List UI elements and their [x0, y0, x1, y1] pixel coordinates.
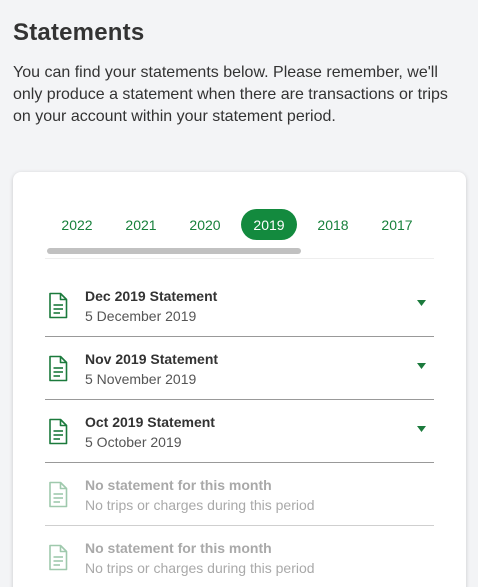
statement-date: No trips or charges during this period: [85, 560, 315, 576]
statement-row-dec-2019[interactable]: Dec 2019 Statement 5 December 2019: [45, 274, 434, 337]
statement-row-empty: No statement for this month No trips or …: [45, 526, 434, 587]
year-tab-2017[interactable]: 2017: [369, 209, 425, 240]
statement-row-nov-2019[interactable]: Nov 2019 Statement 5 November 2019: [45, 337, 434, 400]
year-tab-2020[interactable]: 2020: [177, 209, 233, 240]
document-icon: [49, 481, 68, 508]
statement-title: Dec 2019 Statement: [85, 288, 218, 304]
statement-list: Dec 2019 Statement 5 December 2019 Nov 2…: [45, 274, 434, 587]
document-icon: [49, 292, 68, 319]
statement-date: No trips or charges during this period: [85, 497, 315, 513]
document-icon: [49, 544, 68, 571]
horizontal-scrollbar[interactable]: [45, 247, 434, 255]
page-title: Statements: [13, 19, 145, 46]
statement-title: Nov 2019 Statement: [85, 351, 219, 367]
page-intro: You can find your statements below. Plea…: [13, 64, 448, 125]
statement-title: No statement for this month: [85, 540, 272, 556]
year-tab-2022[interactable]: 2022: [49, 209, 105, 240]
statement-date: 5 November 2019: [85, 371, 197, 387]
caret-down-icon[interactable]: [417, 300, 426, 306]
year-tab-2018[interactable]: 2018: [305, 209, 361, 240]
year-tab-2021[interactable]: 2021: [113, 209, 169, 240]
statement-title: Oct 2019 Statement: [85, 414, 215, 430]
scrollbar-thumb[interactable]: [47, 248, 301, 254]
caret-down-icon[interactable]: [417, 363, 426, 369]
statements-card: 2022 2021 2020 2019 2018 2017 Dec 2019 S…: [13, 172, 466, 587]
statement-row-empty: No statement for this month No trips or …: [45, 463, 434, 526]
statement-row-oct-2019[interactable]: Oct 2019 Statement 5 October 2019: [45, 400, 434, 463]
document-icon: [49, 418, 68, 445]
statement-title: No statement for this month: [85, 477, 272, 493]
document-icon: [49, 355, 68, 382]
year-tab-2019[interactable]: 2019: [241, 209, 297, 240]
statement-date: 5 October 2019: [85, 434, 182, 450]
year-tabs-scroller[interactable]: 2022 2021 2020 2019 2018 2017: [45, 207, 434, 259]
statement-date: 5 December 2019: [85, 308, 197, 324]
caret-down-icon[interactable]: [417, 426, 426, 432]
